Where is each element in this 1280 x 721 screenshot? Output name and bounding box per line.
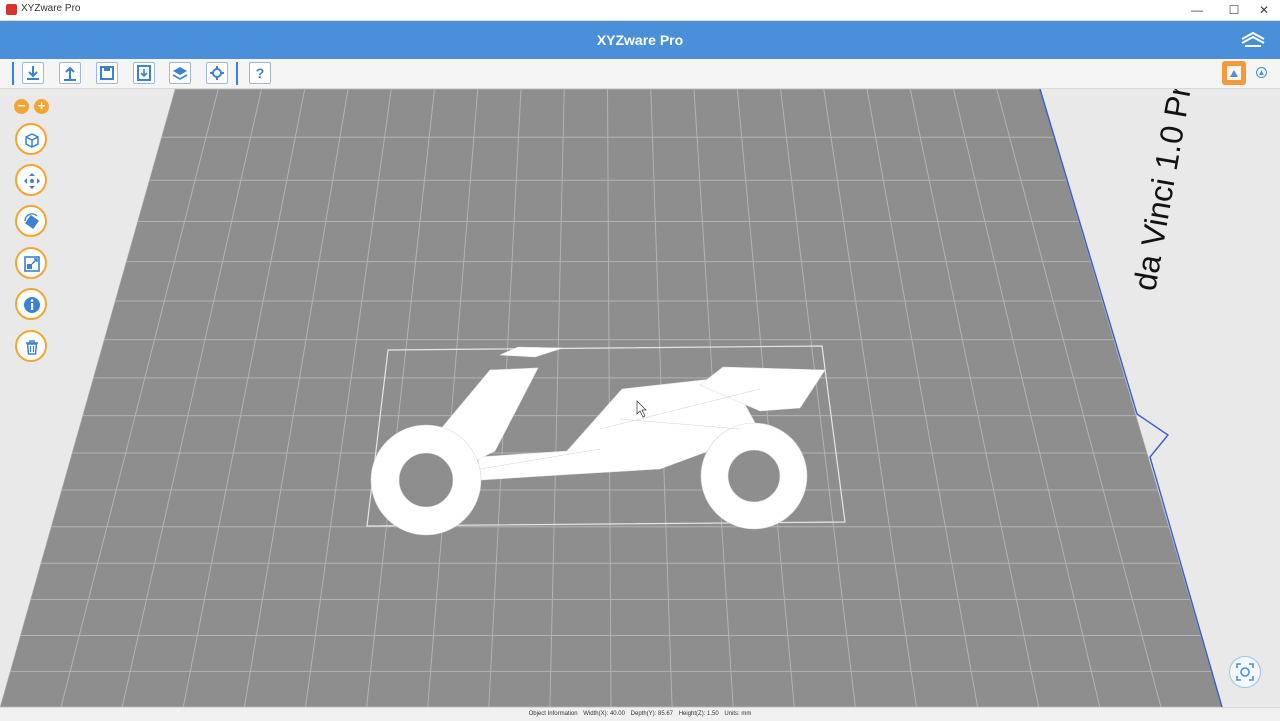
- collapse-icon[interactable]: ▲: [1256, 67, 1267, 78]
- layers-icon[interactable]: [169, 62, 191, 84]
- minimize-button[interactable]: —: [1180, 0, 1214, 20]
- app-title: XYZware Pro: [596, 32, 684, 48]
- status-width: Width(X): 40.00: [583, 711, 625, 717]
- window-title: XYZware Pro: [21, 3, 81, 14]
- info-icon[interactable]: [15, 288, 47, 320]
- view-mode-icon[interactable]: [1222, 61, 1246, 85]
- delete-icon[interactable]: [15, 330, 47, 362]
- status-depth: Depth(Y): 85.67: [630, 711, 674, 717]
- status-label: Object Information: [528, 711, 578, 717]
- window-titlebar: XYZware Pro — ☐ ✕: [0, 0, 1280, 21]
- import-icon[interactable]: [22, 62, 44, 84]
- close-button[interactable]: ✕: [1247, 0, 1280, 20]
- status-bar: Object Information Width(X): 40.00 Depth…: [0, 707, 1280, 721]
- build-plate-scene: da Vinci 1.0 Pro: [0, 89, 1223, 707]
- print-icon[interactable]: [133, 62, 155, 84]
- app-header: XYZware Pro: [0, 21, 1280, 59]
- scale-icon[interactable]: [15, 247, 47, 279]
- save-icon[interactable]: [96, 62, 118, 84]
- zoom-in-button[interactable]: +: [34, 99, 49, 114]
- camera-reset-icon[interactable]: [1229, 656, 1261, 688]
- toolbar: ?: [0, 59, 1280, 89]
- maximize-button[interactable]: ☐: [1217, 0, 1251, 20]
- zoom-out-button[interactable]: −: [14, 99, 29, 114]
- toolbar-separator: [236, 62, 238, 85]
- status-units: Units: mm: [724, 711, 752, 717]
- app-icon: [6, 4, 17, 15]
- status-height: Height(Z): 1.50: [678, 711, 719, 717]
- build-plate: [0, 89, 1222, 707]
- export-icon[interactable]: [59, 62, 81, 84]
- toolbar-separator: [12, 62, 14, 85]
- xyz-logo-icon[interactable]: [1240, 29, 1266, 54]
- move-icon[interactable]: [15, 164, 47, 196]
- build-plate-viewport[interactable]: da Vinci 1.0 Pro: [0, 89, 1280, 707]
- view-cube-icon[interactable]: [15, 123, 47, 155]
- printer-label: da Vinci 1.0 Pro: [1126, 89, 1201, 293]
- help-icon[interactable]: ?: [249, 62, 271, 84]
- settings-icon[interactable]: [206, 62, 228, 84]
- rotate-icon[interactable]: [15, 205, 47, 237]
